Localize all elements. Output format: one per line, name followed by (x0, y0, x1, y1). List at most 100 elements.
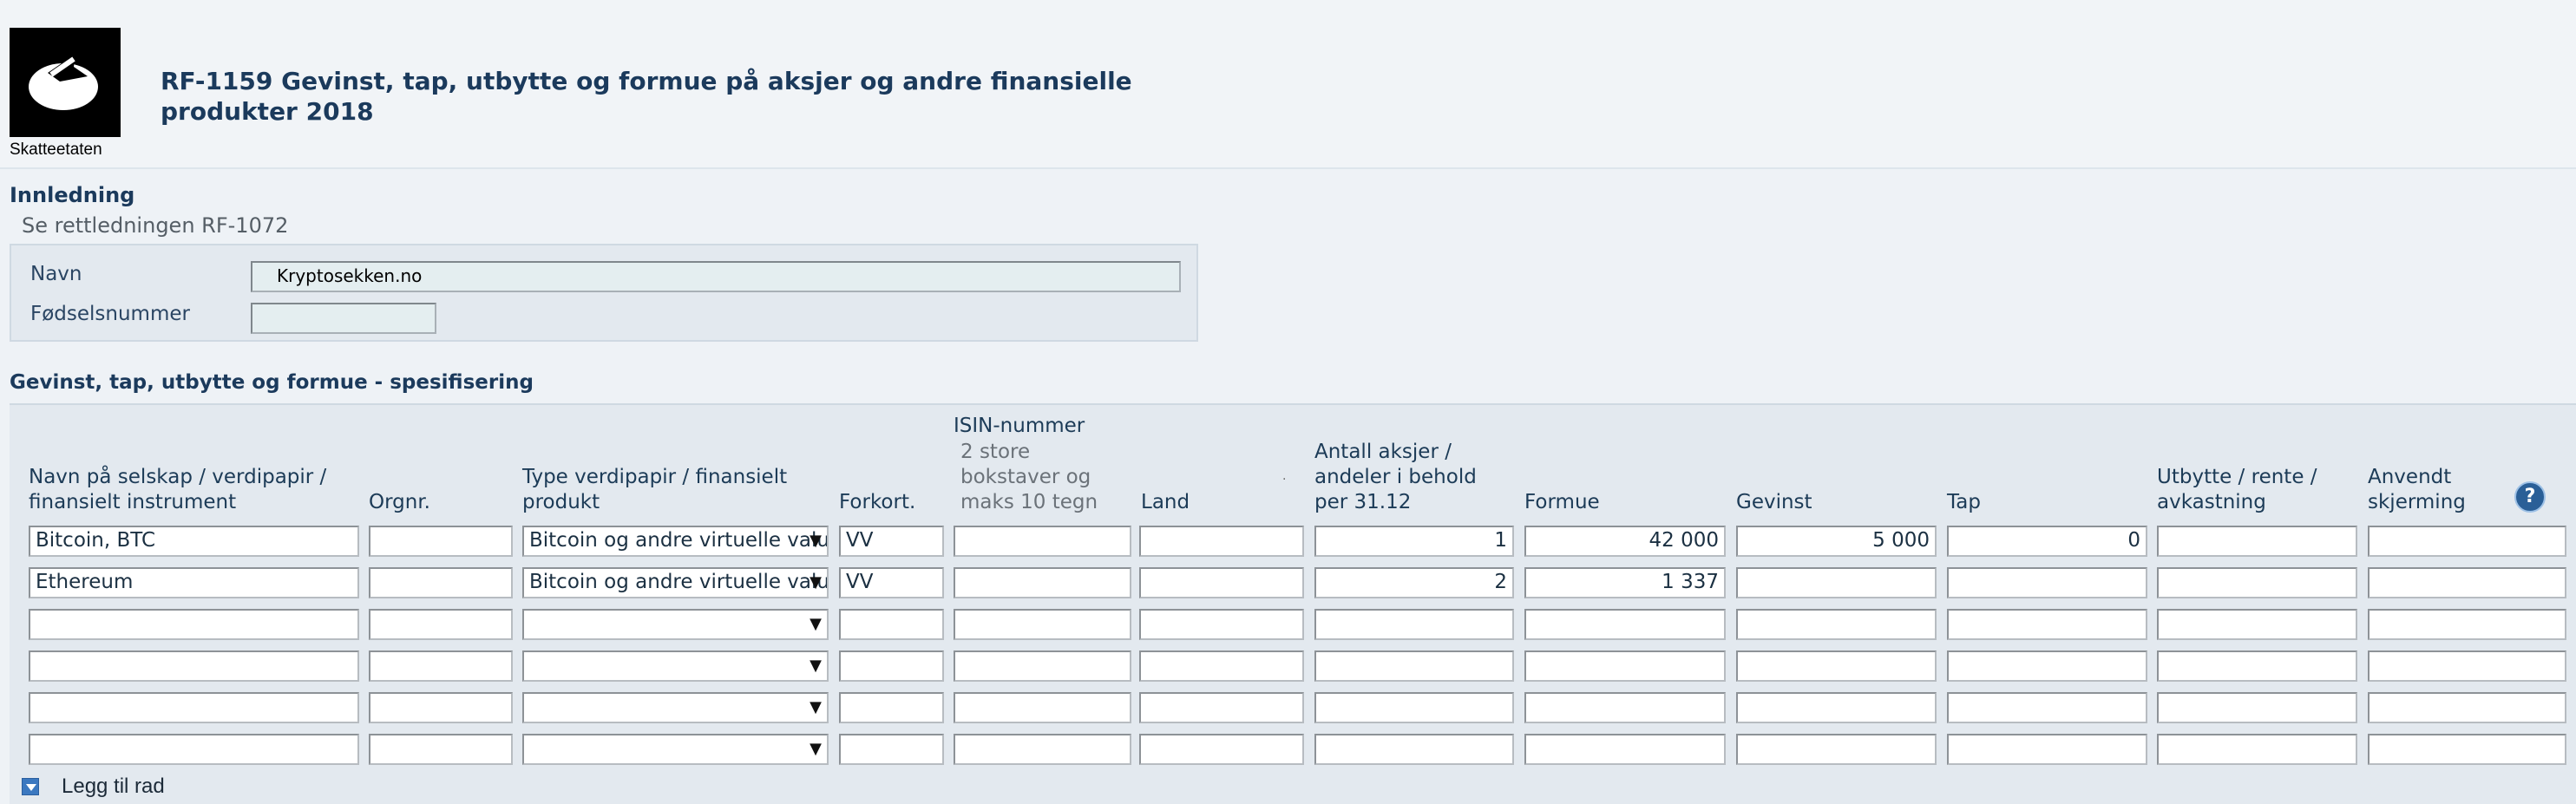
cell-dividend-row-6[interactable] (2157, 734, 2357, 765)
cell-abbr-row-1[interactable]: VV (839, 526, 944, 557)
col-loss: Tap (1947, 491, 1981, 513)
cell-loss-row-3[interactable] (1947, 609, 2147, 640)
cell-gain-row-5[interactable] (1736, 692, 1937, 723)
spec-heading: Gevinst, tap, utbytte og formue - spesif… (10, 371, 534, 394)
intro-heading: Innledning (10, 183, 135, 207)
cell-orgnr-row-3[interactable] (369, 609, 513, 640)
dropdown-arrow-icon: ▼ (810, 532, 822, 550)
cell-dividend-row-5[interactable] (2157, 692, 2357, 723)
ssn-label: Fødselsnummer (30, 303, 190, 325)
type-select-value: Bitcoin og andre virtuelle valutaer (529, 529, 829, 552)
cell-isin-row-1[interactable] (954, 526, 1131, 557)
guidance-note: Se rettledningen RF-1072 (22, 213, 289, 238)
cell-orgnr-row-2[interactable] (369, 567, 513, 598)
cell-dividend-row-2[interactable] (2157, 567, 2357, 598)
dropdown-arrow-icon: ▼ (810, 698, 822, 716)
type-select-value: Bitcoin og andre virtuelle valutaer (529, 571, 829, 593)
cell-isin-row-5[interactable] (954, 692, 1131, 723)
cell-wealth-row-1[interactable]: 42 000 (1524, 526, 1726, 557)
col-dividend: Utbytte / rente / avkastning (2157, 466, 2317, 513)
help-icon[interactable]: ? (2514, 481, 2546, 513)
cell-wealth-row-5[interactable] (1524, 692, 1726, 723)
add-row-label: Legg til rad (62, 775, 165, 798)
cell-shares-row-3[interactable] (1314, 609, 1514, 640)
cell-dividend-row-3[interactable] (2157, 609, 2357, 640)
cell-gain-row-1[interactable]: 5 000 (1736, 526, 1937, 557)
cell-loss-row-2[interactable] (1947, 567, 2147, 598)
cell-shield-row-6[interactable] (2368, 734, 2566, 765)
name-label: Navn (30, 263, 82, 285)
cell-orgnr-row-1[interactable] (369, 526, 513, 557)
cell-gain-row-6[interactable] (1736, 734, 1937, 765)
cell-isin-row-6[interactable] (954, 734, 1131, 765)
cell-country-row-6[interactable] (1139, 734, 1304, 765)
cell-wealth-row-2[interactable]: 1 337 (1524, 567, 1726, 598)
cell-abbr-row-5[interactable] (839, 692, 944, 723)
cell-country-row-4[interactable] (1139, 650, 1304, 682)
cell-shares-row-1[interactable]: 1 (1314, 526, 1514, 557)
name-field[interactable]: Kryptosekken.no (251, 261, 1181, 292)
cell-wealth-row-6[interactable] (1524, 734, 1726, 765)
skatteetaten-logo (10, 28, 121, 137)
cell-type-row-3[interactable]: ▼ (522, 609, 829, 640)
cell-abbr-row-6[interactable] (839, 734, 944, 765)
cell-abbr-row-3[interactable] (839, 609, 944, 640)
cell-shares-row-5[interactable] (1314, 692, 1514, 723)
cell-loss-row-1[interactable]: 0 (1947, 526, 2147, 557)
cell-shield-row-3[interactable] (2368, 609, 2566, 640)
cell-abbr-row-2[interactable]: VV (839, 567, 944, 598)
cell-shares-row-6[interactable] (1314, 734, 1514, 765)
cell-company-row-2[interactable]: Ethereum (29, 567, 359, 598)
cell-country-row-3[interactable] (1139, 609, 1304, 640)
cell-loss-row-4[interactable] (1947, 650, 2147, 682)
cell-loss-row-5[interactable] (1947, 692, 2147, 723)
cell-shield-row-2[interactable] (2368, 567, 2566, 598)
cell-company-row-5[interactable] (29, 692, 359, 723)
cell-gain-row-3[interactable] (1736, 609, 1937, 640)
ssn-field[interactable] (251, 303, 436, 334)
cell-company-row-6[interactable] (29, 734, 359, 765)
cell-isin-row-4[interactable] (954, 650, 1131, 682)
cell-type-row-6[interactable]: ▼ (522, 734, 829, 765)
col-isin: ISIN-nummer (954, 415, 1085, 437)
col-company: Navn på selskap / verdipapir / finansiel… (29, 466, 327, 513)
cell-company-row-4[interactable] (29, 650, 359, 682)
add-row-button[interactable]: Legg til rad (22, 775, 165, 799)
logo-text: Skatteetaten (10, 141, 102, 159)
cell-orgnr-row-6[interactable] (369, 734, 513, 765)
column-divider-mark: . (1282, 469, 1287, 483)
cell-type-row-5[interactable]: ▼ (522, 692, 829, 723)
cell-type-row-4[interactable]: ▼ (522, 650, 829, 682)
cell-abbr-row-4[interactable] (839, 650, 944, 682)
cell-shield-row-1[interactable] (2368, 526, 2566, 557)
dropdown-arrow-icon: ▼ (810, 573, 822, 592)
cell-shield-row-4[interactable] (2368, 650, 2566, 682)
cell-loss-row-6[interactable] (1947, 734, 2147, 765)
cell-wealth-row-3[interactable] (1524, 609, 1726, 640)
cell-dividend-row-1[interactable] (2157, 526, 2357, 557)
header: Skatteetaten RF-1159 Gevinst, tap, utbyt… (0, 0, 2576, 169)
cell-country-row-1[interactable] (1139, 526, 1304, 557)
cell-country-row-2[interactable] (1139, 567, 1304, 598)
cell-orgnr-row-5[interactable] (369, 692, 513, 723)
col-isin-hint: 2 store bokstaver og maks 10 tegn (960, 441, 1098, 513)
cell-type-row-1[interactable]: Bitcoin og andre virtuelle valutaer▼ (522, 526, 829, 557)
cell-shares-row-2[interactable]: 2 (1314, 567, 1514, 598)
cell-type-row-2[interactable]: Bitcoin og andre virtuelle valutaer▼ (522, 567, 829, 598)
cell-orgnr-row-4[interactable] (369, 650, 513, 682)
col-gain: Gevinst (1736, 491, 1812, 513)
cell-company-row-3[interactable] (29, 609, 359, 640)
cell-isin-row-3[interactable] (954, 609, 1131, 640)
cell-gain-row-4[interactable] (1736, 650, 1937, 682)
cell-shield-row-5[interactable] (2368, 692, 2566, 723)
cell-country-row-5[interactable] (1139, 692, 1304, 723)
cell-shares-row-4[interactable] (1314, 650, 1514, 682)
cell-isin-row-2[interactable] (954, 567, 1131, 598)
cell-wealth-row-4[interactable] (1524, 650, 1726, 682)
form-title: RF-1159 Gevinst, tap, utbytte og formue … (161, 67, 1132, 126)
col-abbr: Forkort. (839, 491, 916, 513)
cell-company-row-1[interactable]: Bitcoin, BTC (29, 526, 359, 557)
cell-dividend-row-4[interactable] (2157, 650, 2357, 682)
cell-gain-row-2[interactable] (1736, 567, 1937, 598)
col-shield: Anvendt skjerming (2368, 466, 2466, 513)
